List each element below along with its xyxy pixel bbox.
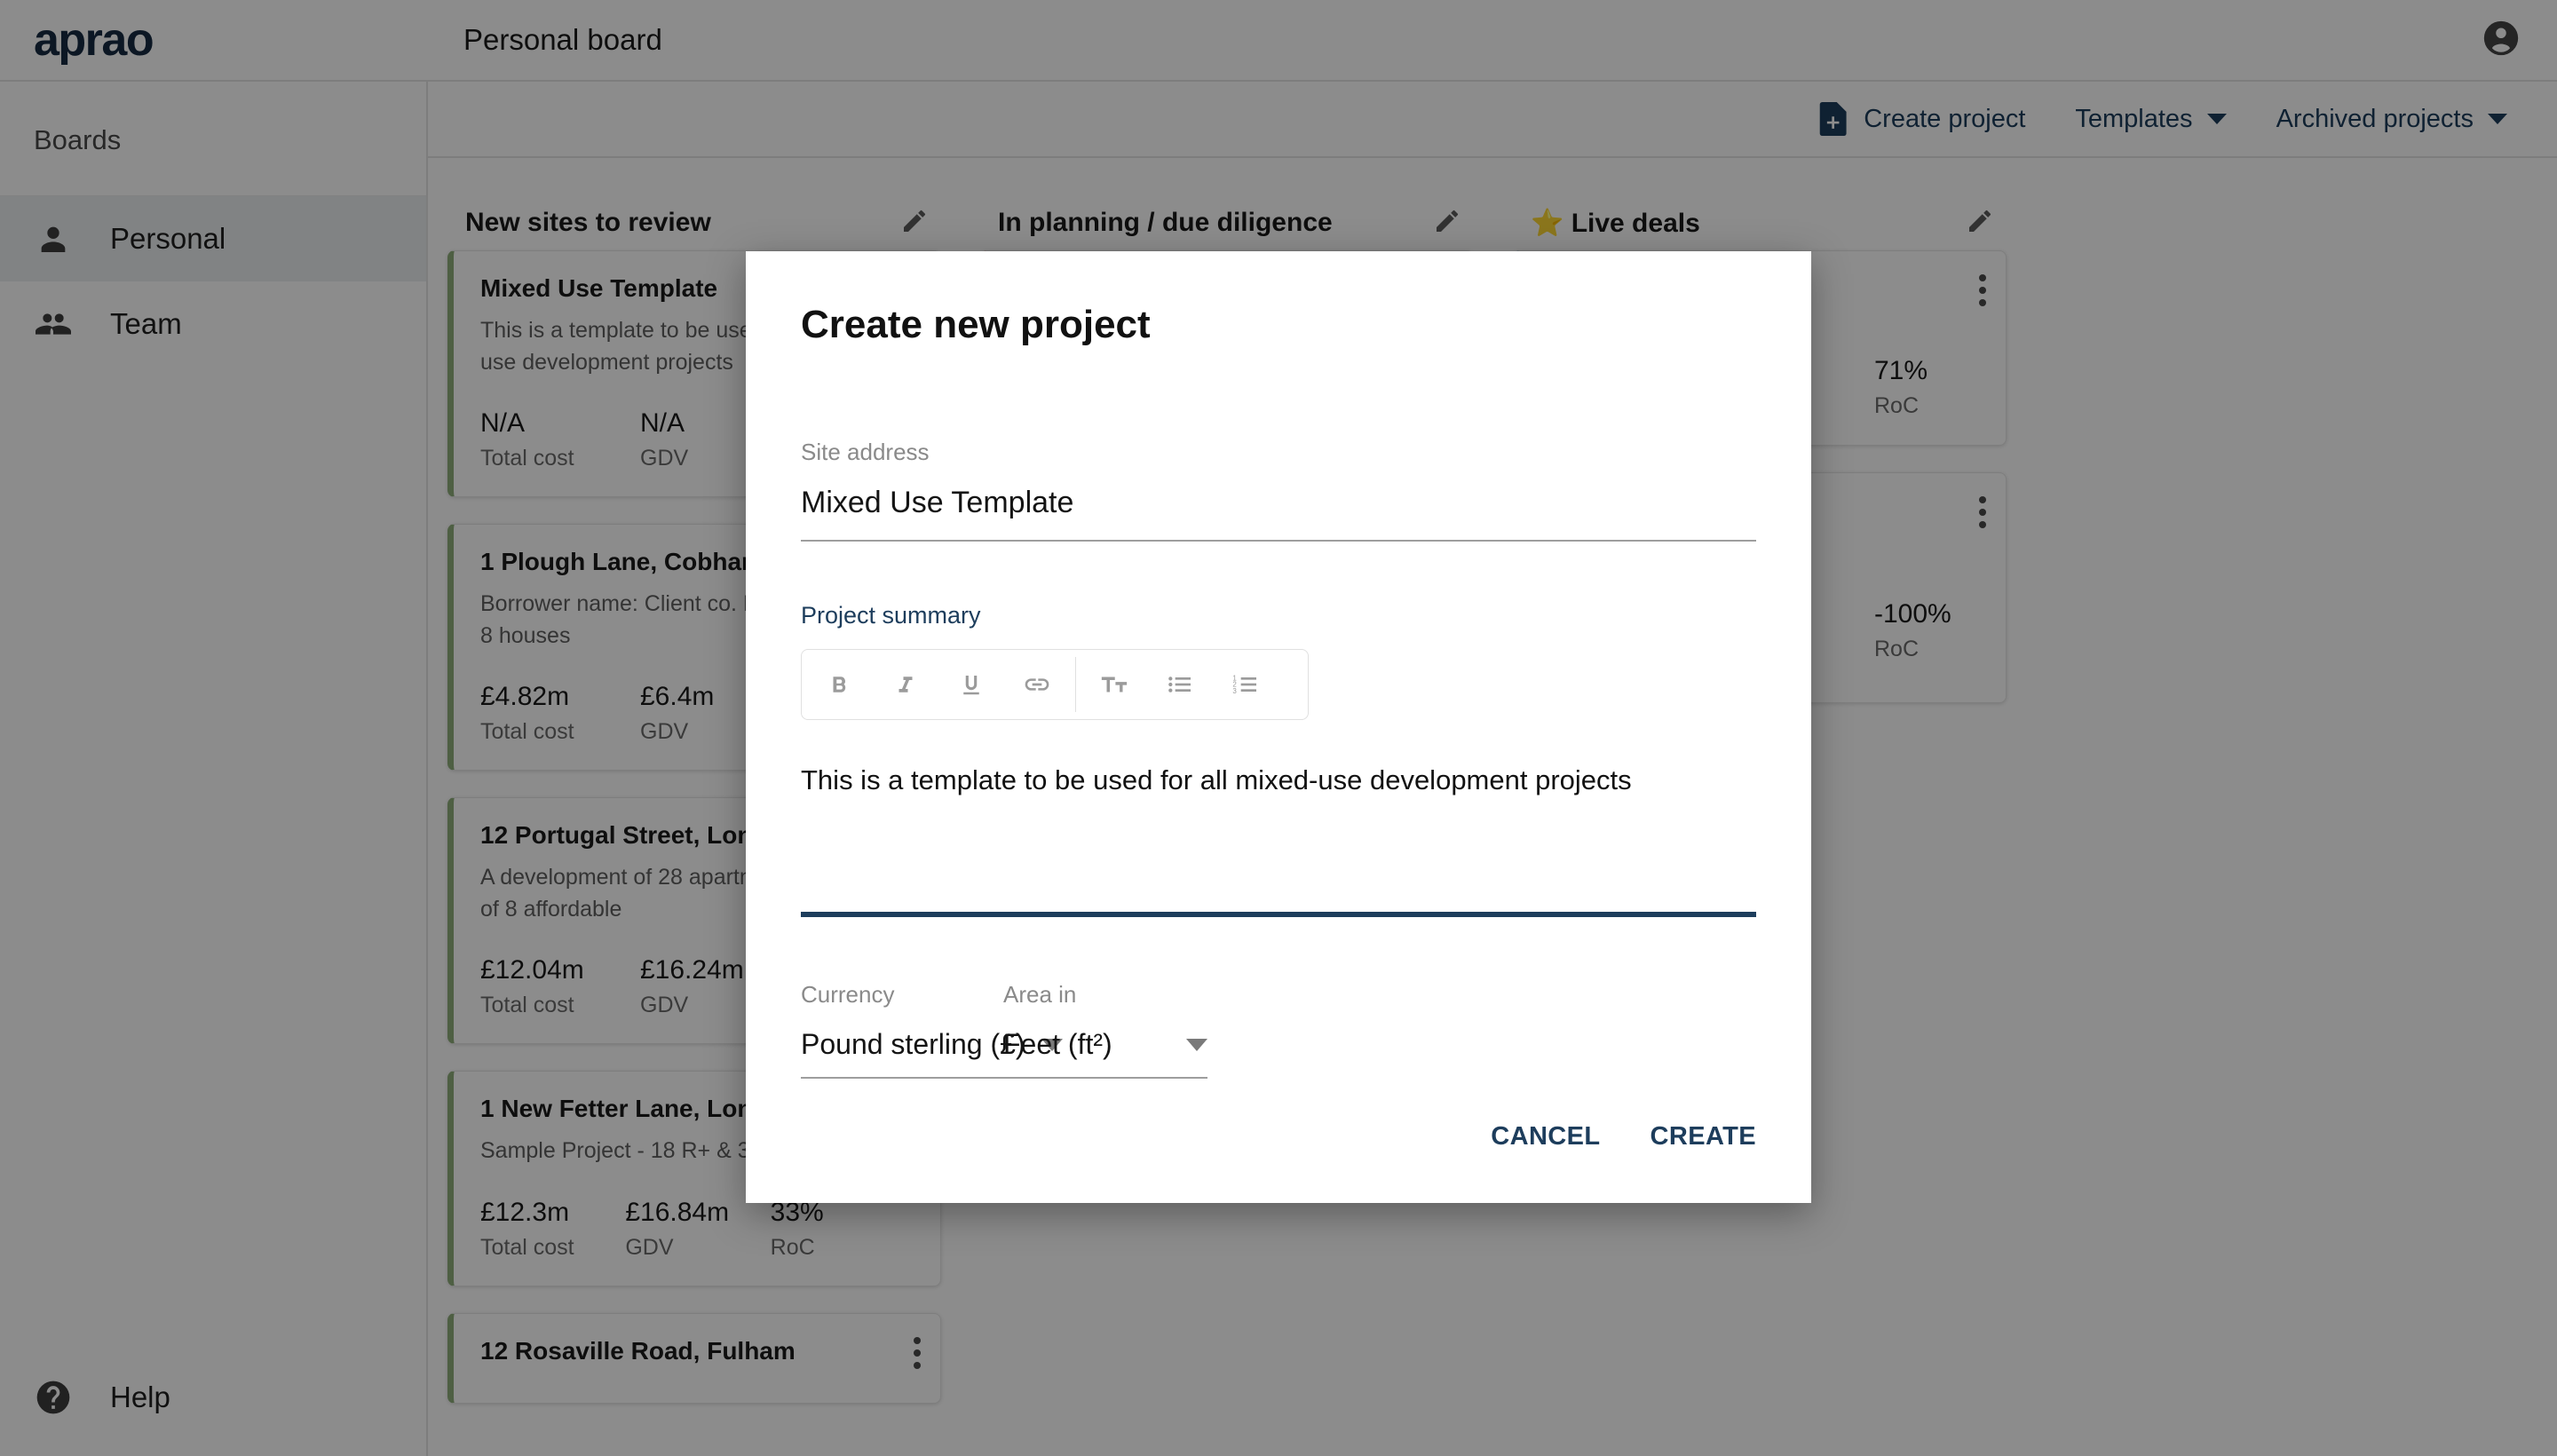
svg-text:3: 3 <box>1232 687 1237 695</box>
area-select[interactable]: Feet (ft²) <box>1003 1028 1207 1079</box>
bulleted-list-icon[interactable] <box>1147 652 1213 717</box>
app-root: aprao Personal board Boards Personal Tea… <box>0 0 2557 1456</box>
select-row: Currency Pound sterling (£) Area in Feet… <box>801 981 1756 1079</box>
font-size-icon[interactable] <box>1081 652 1147 717</box>
area-label: Area in <box>1003 981 1077 1008</box>
site-address-label: Site address <box>801 439 930 465</box>
project-summary-focus-underline <box>801 912 1756 917</box>
currency-value: Pound sterling (£) <box>801 1028 1025 1060</box>
bold-icon[interactable] <box>807 652 873 717</box>
link-icon[interactable] <box>1004 652 1070 717</box>
project-summary-input[interactable]: This is a template to be used for all mi… <box>801 761 1756 912</box>
create-new-project-dialog: Create new project Site address Mixed Us… <box>746 251 1811 1203</box>
italic-icon[interactable] <box>873 652 938 717</box>
site-address-field[interactable]: Site address Mixed Use Template <box>801 439 1756 542</box>
toolbar-divider <box>1075 657 1076 712</box>
area-value: Feet (ft²) <box>1003 1028 1112 1060</box>
currency-select[interactable]: Pound sterling (£) <box>801 1028 1063 1079</box>
currency-label: Currency <box>801 981 895 1008</box>
create-button[interactable]: CREATE <box>1651 1122 1756 1151</box>
dialog-title: Create new project <box>801 303 1151 346</box>
rich-text-toolbar: 123 <box>801 649 1309 720</box>
cancel-button[interactable]: CANCEL <box>1491 1122 1600 1151</box>
dialog-actions: CANCEL CREATE <box>801 1122 1756 1203</box>
site-address-input[interactable]: Mixed Use Template <box>801 486 1756 542</box>
chevron-down-icon <box>1186 1038 1207 1051</box>
project-summary-label: Project summary <box>801 602 981 629</box>
numbered-list-icon[interactable]: 123 <box>1213 652 1278 717</box>
underline-icon[interactable] <box>938 652 1004 717</box>
area-field: Area in Feet (ft²) <box>1003 981 1207 1079</box>
currency-field: Currency Pound sterling (£) <box>801 981 1063 1079</box>
